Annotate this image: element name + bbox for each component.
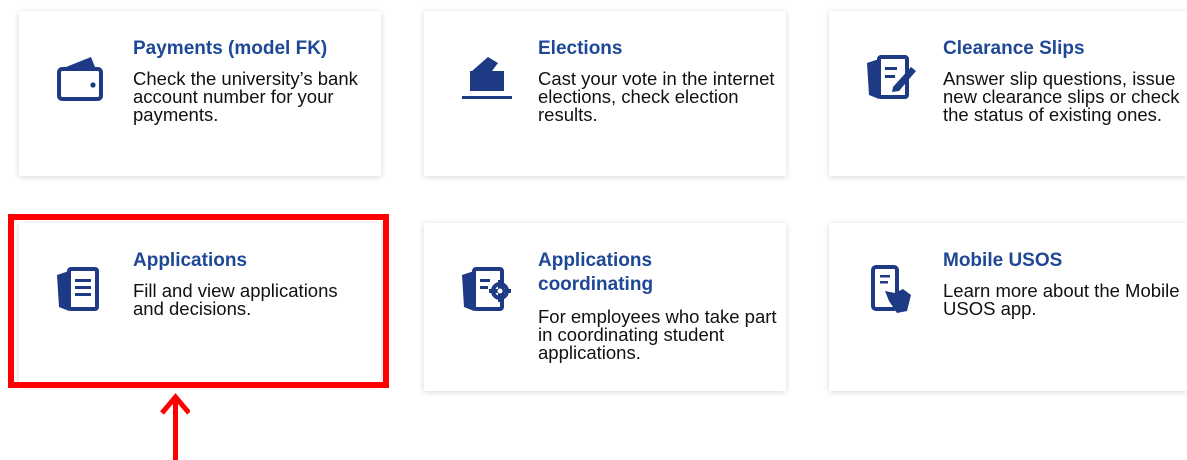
card-mobile-usos[interactable]: Mobile USOS Learn more about the Mobile … <box>829 223 1187 391</box>
card-title: Clearance Slips <box>943 38 1085 59</box>
arrow-up-icon <box>160 393 191 460</box>
card-title: Payments (model FK) <box>133 38 328 59</box>
mobile-phone-icon <box>863 261 919 317</box>
page: Payments (model FK) Check the university… <box>0 0 1187 460</box>
card-elections[interactable]: Elections Cast your vote in the internet… <box>424 11 786 176</box>
application-settings-icon <box>458 261 514 317</box>
card-description: Fill and view applications and decisions… <box>133 280 338 319</box>
wallet-icon <box>53 49 109 105</box>
card-title: Applications <box>133 250 248 271</box>
card-description: Cast your vote in the internet elections… <box>538 68 775 125</box>
ballot-box-icon <box>458 49 514 105</box>
card-clearance-slips[interactable]: Clearance Slips Answer slip questions, i… <box>829 11 1187 176</box>
card-payments[interactable]: Payments (model FK) Check the university… <box>19 11 381 176</box>
card-description: Check the university’s bank account numb… <box>133 68 358 125</box>
card-title: Applications coordinating <box>538 250 654 295</box>
card-description: Answer slip questions, issue new clearan… <box>943 68 1180 125</box>
card-description: Learn more about the Mobile USOS app. <box>943 280 1180 319</box>
card-title: Elections <box>538 38 623 59</box>
clearance-slip-icon <box>863 49 919 105</box>
application-document-icon <box>53 261 109 317</box>
card-applications-coordinating[interactable]: Applications coordinating For employees … <box>424 223 786 391</box>
card-title: Mobile USOS <box>943 250 1063 271</box>
card-description: For employees who take part in coordinat… <box>538 306 777 363</box>
card-applications[interactable]: Applications Fill and view applications … <box>19 223 381 385</box>
